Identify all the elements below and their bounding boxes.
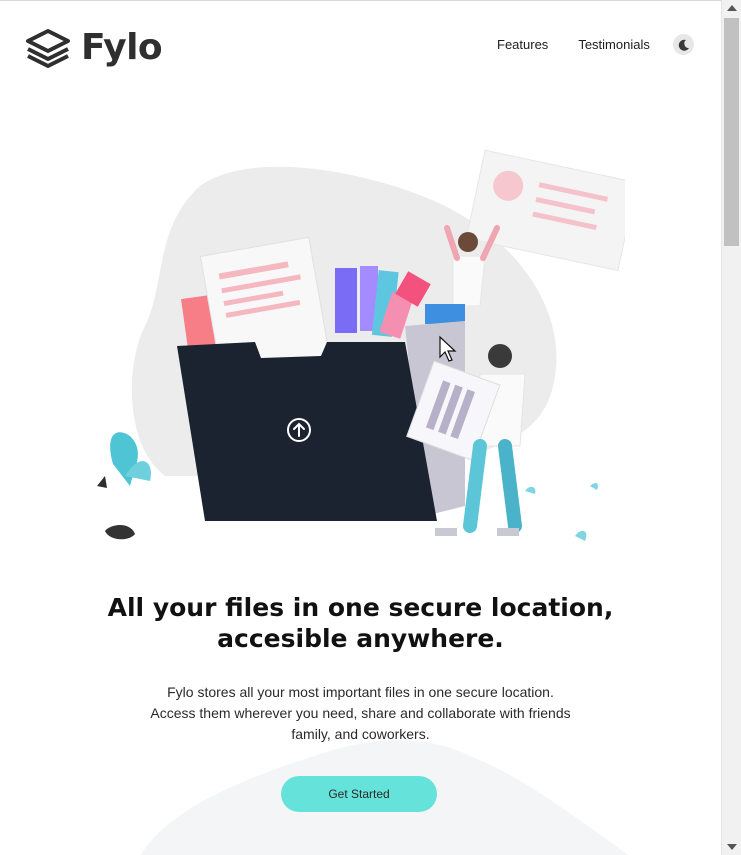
leaf-right-2 (590, 482, 598, 490)
hero-headline: All your files in one secure location, a… (0, 592, 721, 654)
hero-headline-line1: All your files in one secure location, (107, 593, 614, 622)
logo-text: Fylo (81, 27, 163, 68)
hero-headline-line2: accesible anywhere. (217, 624, 504, 653)
vertical-scrollbar[interactable] (721, 0, 741, 855)
logo[interactable]: Fylo (25, 27, 163, 68)
folder (177, 342, 437, 521)
main-nav: Features Testimonials (497, 37, 650, 52)
moon-icon (678, 39, 689, 51)
theme-toggle-button[interactable] (673, 34, 694, 55)
scroll-down-arrow-icon[interactable] (727, 844, 737, 850)
nav-link-testimonials[interactable]: Testimonials (578, 37, 650, 52)
hero-description-line2: Access them wherever you need, share and… (150, 705, 571, 721)
scrollbar-thumb[interactable] (724, 18, 739, 246)
hero-illustration (97, 149, 625, 541)
plant-left (97, 432, 151, 540)
scroll-up-arrow-icon[interactable] (727, 5, 737, 11)
leaf-right-1 (525, 486, 536, 494)
hero-description-line1: Fylo stores all your most important file… (167, 684, 554, 700)
page: Fylo Features Testimonials All your file… (0, 0, 721, 855)
nav-link-features[interactable]: Features (497, 37, 548, 52)
leaf-right-3 (575, 530, 587, 541)
get-started-button[interactable]: Get Started (281, 776, 437, 812)
stacked-layers-icon (26, 29, 70, 68)
mouse-cursor-icon (439, 335, 457, 362)
